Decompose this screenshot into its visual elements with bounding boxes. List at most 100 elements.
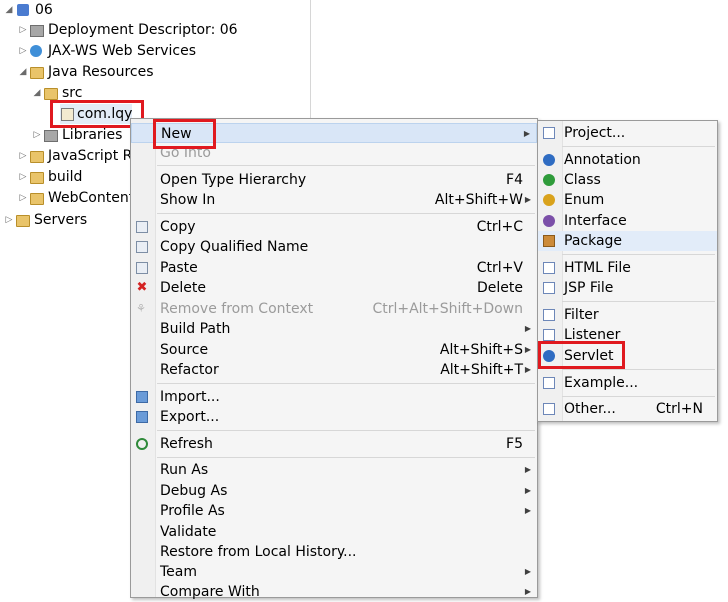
web-services-icon xyxy=(30,45,42,57)
submenu-arrow-icon: ▶ xyxy=(524,506,531,515)
submenu-item-label: Example... xyxy=(564,375,639,391)
paste-icon xyxy=(136,262,148,274)
menu-item-label: Refactor xyxy=(160,362,219,378)
expanded-arrow-icon[interactable]: ◢ xyxy=(18,62,28,82)
menu-item-label: Build Path xyxy=(160,321,231,337)
folder-icon xyxy=(30,172,44,184)
menu-item-paste[interactable]: Paste Ctrl+V xyxy=(131,258,537,278)
menu-item-refresh[interactable]: Refresh F5 xyxy=(131,434,537,454)
javascript-resources-icon xyxy=(30,151,44,163)
menu-shortcut: F4 xyxy=(506,172,523,188)
expanded-arrow-icon[interactable]: ◢ xyxy=(32,83,42,103)
menu-item-run-as[interactable]: Run As ▶ xyxy=(131,460,537,480)
menu-item-label: Copy xyxy=(160,219,196,235)
menu-item-label: Import... xyxy=(160,389,220,405)
submenu-arrow-icon: ▶ xyxy=(524,587,531,596)
menu-item-debug-as[interactable]: Debug As ▶ xyxy=(131,481,537,501)
menu-item-label: Validate xyxy=(160,524,217,540)
menu-item-label: Copy Qualified Name xyxy=(160,239,309,255)
submenu-item-label: Enum xyxy=(564,192,605,208)
menu-item-label: Paste xyxy=(160,260,198,276)
menu-item-export[interactable]: Export... xyxy=(131,407,537,427)
menu-shortcut: Alt+Shift+W xyxy=(434,192,523,208)
menu-item-compare-with[interactable]: Compare With ▶ xyxy=(131,582,537,602)
new-project-icon xyxy=(543,127,555,139)
menu-separator xyxy=(157,165,535,166)
submenu-item-annotation[interactable]: Annotation xyxy=(538,150,717,170)
menu-item-copy[interactable]: Copy Ctrl+C xyxy=(131,217,537,237)
menu-item-label: Show In xyxy=(160,192,216,208)
submenu-separator xyxy=(562,254,715,255)
menu-item-team[interactable]: Team ▶ xyxy=(131,562,537,582)
submenu-arrow-icon: ▶ xyxy=(524,465,531,474)
collapsed-arrow-icon[interactable]: ▷ xyxy=(4,210,14,230)
deployment-descriptor-icon xyxy=(30,25,44,37)
submenu-arrow-icon: ▶ xyxy=(524,486,531,495)
tree-item-label: build xyxy=(48,169,83,185)
submenu-item-html-file[interactable]: HTML File xyxy=(538,258,717,278)
submenu-item-project[interactable]: Project... xyxy=(538,123,717,143)
submenu-item-jsp-file[interactable]: JSP File xyxy=(538,278,717,298)
submenu-arrow-icon: ▶ xyxy=(523,129,530,138)
submenu-item-interface[interactable]: Interface xyxy=(538,211,717,231)
submenu-item-package[interactable]: Package xyxy=(538,231,717,251)
expanded-arrow-icon[interactable]: ◢ xyxy=(4,0,14,20)
submenu-item-label: Other... xyxy=(564,401,616,417)
submenu-item-label: Filter xyxy=(564,307,599,323)
menu-item-label: Source xyxy=(160,342,209,358)
submenu-arrow-icon: ▶ xyxy=(524,345,531,354)
menu-shortcut: Delete xyxy=(477,280,523,296)
collapsed-arrow-icon[interactable]: ▷ xyxy=(18,20,28,40)
menu-item-remove-from-context[interactable]: ⚘ Remove from Context Ctrl+Alt+Shift+Dow… xyxy=(131,299,537,319)
import-icon xyxy=(136,391,148,403)
submenu-shortcut: Ctrl+N xyxy=(655,401,703,417)
submenu-item-label: Annotation xyxy=(564,152,641,168)
collapsed-arrow-icon[interactable]: ▷ xyxy=(32,125,42,145)
submenu-item-enum[interactable]: Enum xyxy=(538,190,717,210)
submenu-separator xyxy=(562,146,715,147)
submenu-item-example[interactable]: Example... xyxy=(538,373,717,393)
menu-item-profile-as[interactable]: Profile As ▶ xyxy=(131,501,537,521)
menu-item-label: Team xyxy=(160,564,198,580)
tree-item-label: WebContent xyxy=(48,190,135,206)
collapsed-arrow-icon[interactable]: ▷ xyxy=(18,146,28,166)
java-resources-icon xyxy=(30,67,44,79)
tree-item-label: JAX-WS Web Services xyxy=(48,43,197,59)
folder-icon xyxy=(30,193,44,205)
menu-item-label: Compare With xyxy=(160,584,260,600)
tree-item-label: Servers xyxy=(34,212,88,228)
menu-item-show-in[interactable]: Show In Alt+Shift+W ▶ xyxy=(131,190,537,210)
menu-item-delete[interactable]: ✖ Delete Delete xyxy=(131,278,537,298)
jsp-file-icon xyxy=(543,282,555,294)
export-icon xyxy=(136,411,148,423)
menu-item-label: Open Type Hierarchy xyxy=(160,172,307,188)
collapsed-arrow-icon[interactable]: ▷ xyxy=(18,41,28,61)
submenu-item-label: JSP File xyxy=(564,280,614,296)
tree-item-label: Java Resources xyxy=(48,64,154,80)
collapsed-arrow-icon[interactable]: ▷ xyxy=(18,188,28,208)
collapsed-arrow-icon[interactable]: ▷ xyxy=(18,167,28,187)
menu-item-refactor[interactable]: Refactor Alt+Shift+T ▶ xyxy=(131,360,537,380)
menu-item-restore-from-local-history[interactable]: Restore from Local History... xyxy=(131,542,537,562)
other-wizard-icon xyxy=(543,403,555,415)
menu-item-source[interactable]: Source Alt+Shift+S ▶ xyxy=(131,340,537,360)
menu-item-validate[interactable]: Validate xyxy=(131,522,537,542)
menu-item-label: Run As xyxy=(160,462,209,478)
highlight-box-new xyxy=(153,119,216,149)
menu-item-import[interactable]: Import... xyxy=(131,387,537,407)
submenu-item-label: Class xyxy=(564,172,601,188)
annotation-icon xyxy=(543,154,555,166)
submenu-item-class[interactable]: Class xyxy=(538,170,717,190)
highlight-box-servlet xyxy=(538,341,625,369)
refresh-icon xyxy=(136,438,148,450)
menu-item-label: Delete xyxy=(160,280,206,296)
menu-separator xyxy=(157,383,535,384)
submenu-item-other[interactable]: Other... Ctrl+N xyxy=(538,399,717,419)
html-file-icon xyxy=(543,262,555,274)
menu-separator xyxy=(157,213,535,214)
submenu-item-filter[interactable]: Filter xyxy=(538,305,717,325)
menu-item-build-path[interactable]: Build Path ▶ xyxy=(131,319,537,339)
package-icon xyxy=(543,235,555,247)
menu-item-copy-qualified-name[interactable]: Copy Qualified Name xyxy=(131,237,537,257)
menu-item-open-type-hierarchy[interactable]: Open Type Hierarchy F4 xyxy=(131,170,537,190)
